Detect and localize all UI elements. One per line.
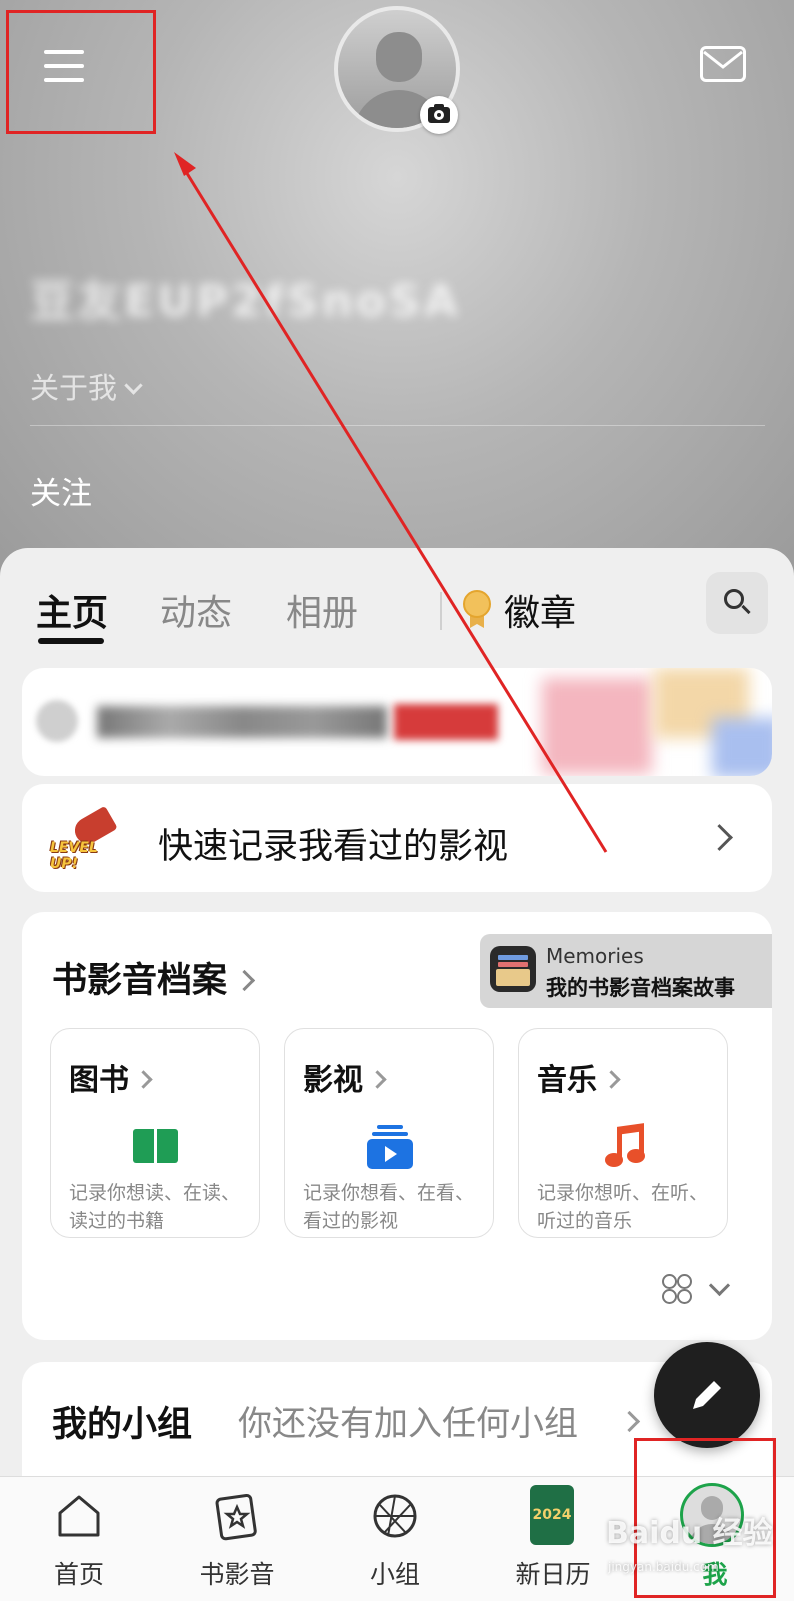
watermark-logo: Baidu 经验	[606, 1516, 773, 1551]
watermark-url: jingyan.baidu.com	[608, 1560, 719, 1574]
annotation-arrow	[174, 152, 608, 853]
